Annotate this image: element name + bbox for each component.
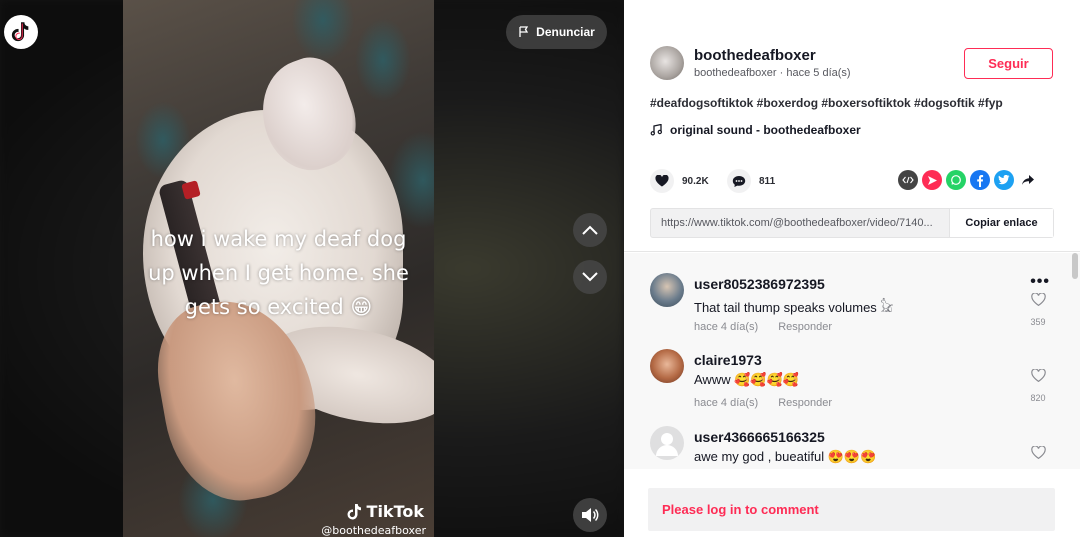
tiktok-note-icon — [347, 503, 361, 519]
author-avatar[interactable] — [650, 46, 684, 80]
comment-avatar[interactable] — [650, 273, 684, 307]
flag-icon — [519, 26, 529, 37]
comment-stat[interactable]: 811 — [727, 169, 775, 193]
video-player[interactable]: how i wake my deaf dog up when I get hom… — [123, 0, 434, 537]
reply-button[interactable]: Responder — [778, 321, 832, 333]
speaker-icon — [582, 508, 599, 522]
like-count: 90.2K — [682, 175, 709, 187]
next-video-button[interactable] — [573, 260, 607, 294]
comment-like-count: 820 — [1030, 393, 1046, 403]
video-area[interactable]: how i wake my deaf dog up when I get hom… — [0, 0, 624, 537]
comment-time: hace 4 día(s) — [694, 397, 759, 409]
share-arrow-icon[interactable] — [1018, 170, 1038, 190]
comment-like[interactable]: 820 — [1028, 368, 1048, 403]
default-avatar-icon — [656, 433, 678, 456]
video-info: boothedeafboxer boothedeafboxer · hace 5… — [624, 0, 1080, 252]
details-panel: boothedeafboxer boothedeafboxer · hace 5… — [624, 0, 1080, 537]
hashtags[interactable]: #deafdogsoftiktok #boxerdog #boxersoftik… — [650, 96, 1003, 110]
comment-icon[interactable] — [727, 169, 751, 193]
more-options-icon[interactable]: ••• — [1030, 273, 1050, 291]
video-link[interactable]: https://www.tiktok.com/@boothedeafboxer/… — [651, 217, 949, 229]
comment-text: That tail thump speaks volumes 𓃠 — [694, 300, 894, 315]
twitter-icon[interactable] — [994, 170, 1014, 190]
like-stat[interactable]: 90.2K — [650, 169, 709, 193]
chevron-down-icon — [582, 272, 598, 282]
watermark-handle: @boothedeafboxer — [321, 524, 426, 537]
previous-video-button[interactable] — [573, 213, 607, 247]
author-subline: boothedeafboxer · hace 5 día(s) — [694, 67, 851, 79]
scrollbar-thumb[interactable] — [1072, 253, 1078, 279]
comment-avatar[interactable] — [650, 426, 684, 460]
video-caption: how i wake my deaf dog up when I get hom… — [148, 227, 409, 319]
comment-like[interactable] — [1028, 445, 1048, 464]
heart-icon[interactable] — [650, 169, 674, 193]
heart-outline-icon[interactable] — [1030, 368, 1046, 383]
comment-text: awe my god , bueatiful 😍😍😍 — [694, 449, 877, 464]
comment-like[interactable]: 359 — [1028, 292, 1048, 327]
heart-outline-icon[interactable] — [1030, 292, 1046, 307]
comment-like-count: 359 — [1030, 317, 1046, 327]
tiktok-logo-icon[interactable] — [4, 15, 38, 49]
volume-button[interactable] — [573, 498, 607, 532]
comment-time: hace 4 día(s) — [694, 321, 759, 333]
embed-icon[interactable] — [898, 170, 918, 190]
send-to-friends-icon[interactable] — [922, 170, 942, 190]
comment-username[interactable]: user4366665166325 — [694, 429, 825, 445]
login-to-comment-prompt[interactable]: Please log in to comment — [648, 488, 1055, 531]
heart-outline-icon[interactable] — [1030, 445, 1046, 460]
comment-username[interactable]: user8052386972395 — [694, 276, 825, 292]
share-buttons — [898, 170, 1038, 190]
comment-count: 811 — [759, 175, 776, 187]
comment-avatar[interactable] — [650, 349, 684, 383]
chevron-up-icon — [582, 225, 598, 235]
facebook-icon[interactable] — [970, 170, 990, 190]
tiktok-watermark: TikTok — [347, 502, 424, 521]
reply-button[interactable]: Responder — [778, 397, 832, 409]
comment-list[interactable]: user8052386972395 That tail thump speaks… — [624, 253, 1080, 469]
whatsapp-icon[interactable] — [946, 170, 966, 190]
video-link-box: https://www.tiktok.com/@boothedeafboxer/… — [650, 208, 1054, 238]
report-button[interactable]: Denunciar — [506, 15, 607, 49]
sound-link[interactable]: original sound - boothedeafboxer — [650, 123, 861, 137]
comment-text: Awww 🥰🥰🥰🥰 — [694, 372, 799, 387]
author-username[interactable]: boothedeafboxer — [694, 47, 816, 64]
comment-username[interactable]: claire1973 — [694, 352, 762, 368]
follow-button[interactable]: Seguir — [964, 48, 1053, 79]
music-note-icon — [650, 124, 662, 136]
copy-link-button[interactable]: Copiar enlace — [949, 209, 1053, 237]
